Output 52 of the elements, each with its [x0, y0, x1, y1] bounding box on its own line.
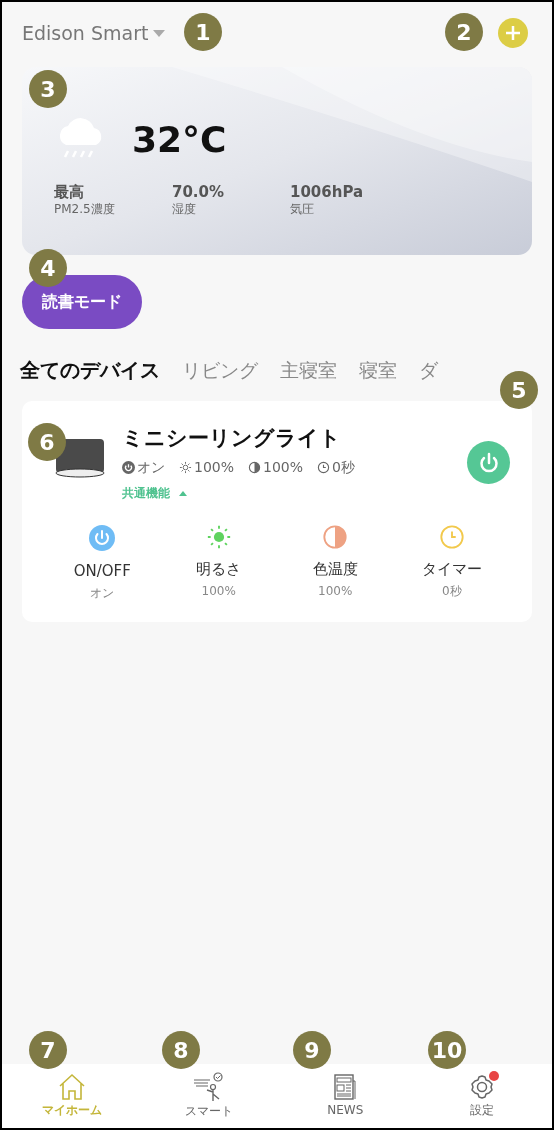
function-value: 100% — [201, 583, 236, 600]
dropdown-caret-icon[interactable] — [152, 28, 167, 38]
half-circle-icon — [322, 523, 349, 550]
newspaper-icon — [333, 1073, 358, 1101]
room-tab[interactable]: 全てのデバイス — [20, 355, 160, 385]
clock-icon — [438, 523, 465, 550]
nav-tab[interactable]: スマート — [140, 1072, 277, 1120]
function-label[interactable]: タイマー — [421, 557, 482, 580]
callout-marker: 2 — [445, 13, 483, 51]
status-text: 100% — [194, 457, 235, 477]
sun-icon — [179, 460, 192, 474]
nav-tab[interactable]: NEWS — [277, 1073, 414, 1119]
function-value: オン — [90, 585, 115, 602]
sun-icon — [205, 523, 232, 550]
function-value: 100% — [318, 583, 353, 600]
function-label[interactable]: ON/OFF — [73, 559, 131, 582]
stat-value: 70.0% — [172, 183, 226, 202]
status-text: オン — [137, 457, 165, 477]
function-value: 0秒 — [441, 583, 462, 600]
callout-marker: 8 — [162, 1031, 200, 1069]
callout-marker: 7 — [29, 1031, 67, 1069]
room-tab[interactable]: ダ — [419, 355, 438, 385]
function-label[interactable]: 色温度 — [312, 557, 358, 580]
power-icon — [88, 523, 117, 552]
callout-marker: 1 — [184, 13, 222, 51]
stat-value: 最高 — [54, 183, 85, 202]
add-button[interactable] — [498, 18, 528, 48]
callout-marker: 10 — [428, 1031, 466, 1069]
power-button[interactable] — [467, 441, 510, 484]
status-text: 0秒 — [332, 457, 355, 477]
callout-marker: 9 — [293, 1031, 331, 1069]
scene-button[interactable]: 読書モード — [22, 275, 142, 329]
ceiling-light-icon — [54, 437, 106, 479]
clock-icon — [317, 460, 331, 474]
room-tab[interactable]: 主寝室 — [280, 355, 337, 385]
temperature: 32°C — [132, 118, 227, 162]
status-text: 100% — [263, 457, 304, 477]
half-circle-icon — [248, 460, 262, 474]
function-label[interactable]: 明るさ — [196, 557, 242, 580]
nav-tab[interactable]: 設定 — [413, 1073, 550, 1119]
callout-marker: 5 — [500, 371, 538, 409]
room-tab[interactable]: リビング — [182, 355, 258, 385]
device-name[interactable]: ミニシーリングライト — [122, 423, 467, 455]
presenter-icon — [192, 1072, 225, 1102]
room-tab[interactable]: 寝室 — [359, 355, 397, 385]
home-title[interactable]: Edison Smart — [22, 18, 149, 48]
stat-value: 1006hPa — [290, 183, 365, 202]
stat-label: 気圧 — [290, 201, 315, 217]
stat-label: 湿度 — [172, 201, 197, 217]
plus-icon — [505, 25, 521, 41]
stat-label: PM2.5濃度 — [54, 201, 116, 217]
power-icon — [122, 460, 135, 474]
